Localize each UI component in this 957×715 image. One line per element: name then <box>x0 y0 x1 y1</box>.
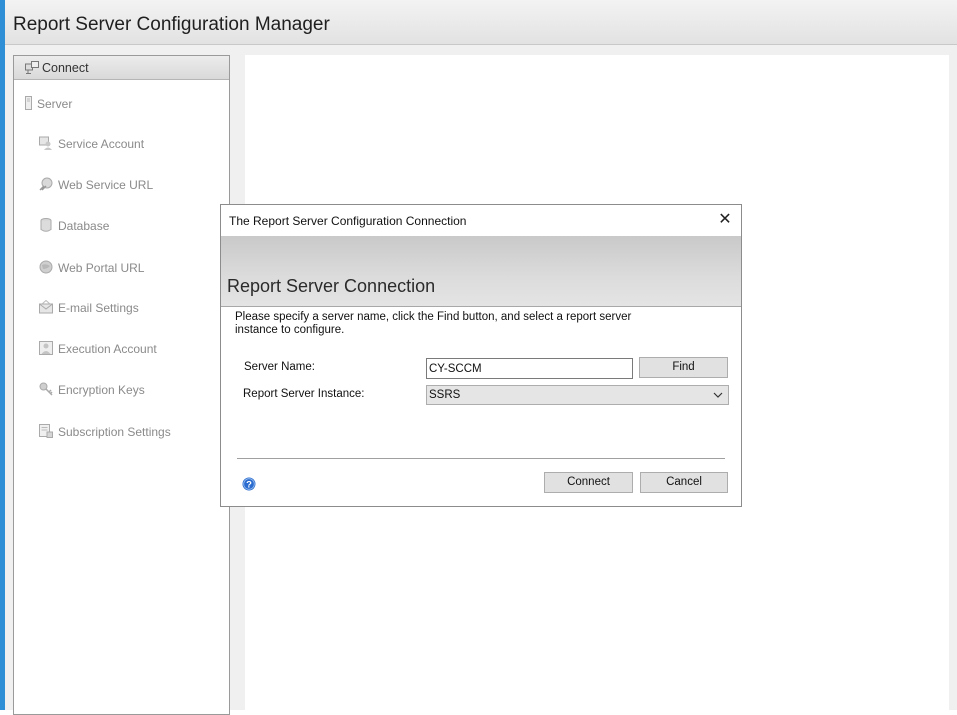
sidebar-item-label: Server <box>37 97 73 111</box>
instance-select-value: SSRS <box>429 389 461 401</box>
dialog-heading: Report Server Connection <box>227 276 436 296</box>
service-account-icon <box>39 136 52 150</box>
sidebar-item-label: Encryption Keys <box>58 383 145 397</box>
sidebar-item-label: Execution Account <box>58 342 157 356</box>
dialog-instructions: Please specify a server name, click the … <box>235 311 632 336</box>
connect-icon <box>25 61 39 74</box>
execution-account-icon <box>39 341 53 355</box>
database-icon <box>40 218 52 232</box>
server-name-label: Server Name: <box>244 361 315 373</box>
sidebar: Connect Server Service Account Web Servi… <box>13 55 230 715</box>
cancel-button[interactable]: Cancel <box>640 472 728 493</box>
connect-nav-button[interactable]: Connect <box>14 56 229 80</box>
web-portal-icon <box>39 260 53 274</box>
server-icon <box>25 96 32 110</box>
connect-button[interactable]: Connect <box>544 472 633 493</box>
help-icon[interactable]: ? <box>242 477 256 491</box>
key-icon <box>39 382 53 396</box>
instance-select[interactable]: SSRS <box>426 385 729 405</box>
instance-label: Report Server Instance: <box>243 388 365 400</box>
connection-dialog: The Report Server Configuration Connecti… <box>220 204 742 507</box>
find-button[interactable]: Find <box>639 357 728 378</box>
app-title-bar: Report Server Configuration Manager <box>5 0 957 45</box>
sidebar-item-label: Database <box>58 219 110 233</box>
connect-nav-label: Connect <box>42 61 89 75</box>
sidebar-item-label: Service Account <box>58 137 145 151</box>
dialog-banner: Report Server Connection <box>221 236 741 307</box>
svg-text:?: ? <box>246 480 252 491</box>
dialog-title: The Report Server Configuration Connecti… <box>229 214 467 228</box>
app-title: Report Server Configuration Manager <box>13 14 330 35</box>
email-icon <box>39 300 53 314</box>
sidebar-item-label: Web Service URL <box>58 178 154 192</box>
sidebar-item-label: E-mail Settings <box>58 301 139 315</box>
dialog-separator <box>237 458 725 459</box>
sidebar-item-label: Web Portal URL <box>58 261 145 275</box>
subscription-icon <box>39 424 53 438</box>
sidebar-item-label: Subscription Settings <box>58 425 171 439</box>
close-icon[interactable]: ✕ <box>717 212 733 228</box>
web-service-url-icon <box>39 177 53 191</box>
dialog-title-bar: The Report Server Configuration Connecti… <box>221 205 741 236</box>
server-name-input[interactable] <box>426 358 633 379</box>
chevron-down-icon <box>713 392 723 398</box>
